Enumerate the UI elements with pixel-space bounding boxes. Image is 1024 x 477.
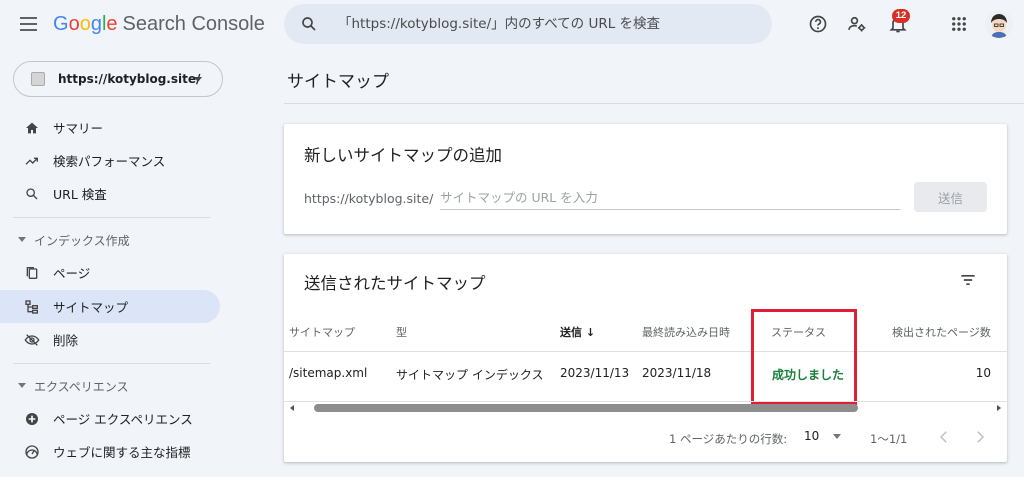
avatar[interactable] [985,10,1013,38]
pages-icon [26,267,38,279]
sidebar-item-removals[interactable]: 削除 [0,323,220,356]
rows-per-page-select[interactable]: 10 [804,429,842,443]
scrollbar-thumb[interactable] [314,404,858,412]
search-input[interactable] [338,16,758,32]
add-sitemap-card: 新しいサイトマップの追加 https://kotyblog.site/ 送信 [284,124,1007,234]
cell-sitemap: /sitemap.xml [289,366,368,380]
column-header-sitemap[interactable]: サイトマップ [289,324,355,340]
rows-per-page-label: 1 ページあたりの行数: [669,432,788,446]
page-range: 1〜1/1 [870,432,908,446]
chevron-right-icon[interactable] [971,428,989,446]
horizontal-scrollbar[interactable] [284,401,1007,415]
filter-icon[interactable] [958,270,978,290]
submitted-sitemaps-card: 送信されたサイトマップ サイトマップ 型 送信 ↓ 最終読み込み日時 ステータス… [284,254,1007,462]
apps-icon[interactable] [947,12,971,36]
sidebar-item-url-inspection[interactable]: URL 検査 [0,177,220,210]
search-icon [26,188,38,200]
section-label: エクスペリエンス [34,379,129,394]
help-icon[interactable] [806,12,830,36]
column-header-submitted[interactable]: 送信 ↓ [560,324,595,340]
section-label: インデックス作成 [34,233,130,248]
manage-users-icon[interactable] [845,12,869,36]
sidebar-item-label: サイトマップ [53,300,129,315]
title-divider [284,103,1024,104]
cell-last-read: 2023/11/18 [642,366,712,380]
sitemap-url-input[interactable] [440,186,900,210]
property-favicon-icon [31,72,45,86]
sidebar-item-label: 検索パフォーマンス [53,154,166,169]
eye-off-icon [24,334,40,346]
sidebar-item-label: URL 検査 [53,187,107,202]
sidebar-divider [13,363,210,364]
sidebar-item-label: サマリー [53,121,104,136]
status-highlight-box [751,309,857,405]
sidebar-item-page-experience[interactable]: ページ エクスペリエンス [0,402,220,435]
sidebar-item-core-web-vitals[interactable]: ウェブに関する主な指標 [0,435,220,468]
chevron-down-icon [833,434,842,439]
table-divider [284,351,1007,352]
product-name: Search Console [122,13,265,35]
url-prefix: https://kotyblog.site/ [304,191,434,206]
property-selector[interactable]: https://kotyblog.site/ [13,61,223,97]
scroll-right-icon[interactable] [997,405,1001,411]
column-header-label: 送信 [560,326,582,339]
scroll-left-icon[interactable] [290,405,294,411]
sidebar-divider [13,217,210,218]
chevron-left-icon[interactable] [935,428,953,446]
plus-circle-icon [26,413,38,425]
speed-icon [25,445,39,459]
chevron-down-icon [194,77,202,82]
column-header-discovered-pages[interactable]: 検出されたページ数 [892,324,991,340]
google-brand: Google [53,13,118,35]
column-header-type[interactable]: 型 [396,324,407,340]
sidebar-item-summary[interactable]: サマリー [0,111,220,144]
url-inspection-search[interactable] [284,4,772,44]
property-label: https://kotyblog.site/ [58,72,201,86]
sidebar-item-label: ページ [53,266,91,281]
notification-badge: 12 [892,9,910,23]
cell-discovered-pages: 10 [975,366,991,380]
pagination: 1 ページあたりの行数: 10 1〜1/1 [284,426,1007,450]
sidebar-item-pages[interactable]: ページ [0,256,220,289]
menu-icon[interactable] [20,14,42,36]
sidebar-item-sitemaps[interactable]: サイトマップ [0,290,220,323]
trending-up-icon [25,157,38,165]
cell-submitted: 2023/11/13 [560,366,630,380]
sidebar-item-label: ウェブに関する主な指標 [53,445,191,460]
card-title: 送信されたサイトマップ [304,274,486,293]
home-icon [26,122,38,134]
chevron-down-icon [18,383,26,388]
chevron-down-icon [18,237,26,242]
app-logo[interactable]: Google Search Console [53,13,265,36]
page-title: サイトマップ [287,72,389,92]
sidebar-item-performance[interactable]: 検索パフォーマンス [0,144,220,177]
app-header: GoogleSearch Console 12 [0,0,1024,50]
submit-button[interactable]: 送信 [914,182,987,212]
sitemap-icon [25,300,38,314]
sidebar-item-label: ページ エクスペリエンス [53,412,193,427]
sort-arrow-icon: ↓ [585,326,596,339]
search-icon [302,17,316,31]
cell-type: サイトマップ インデックス [396,368,544,382]
card-title: 新しいサイトマップの追加 [304,146,502,165]
sidebar-item-label: 削除 [53,333,79,348]
column-header-last-read[interactable]: 最終読み込み日時 [642,324,730,340]
rows-per-page-value: 10 [804,429,820,443]
